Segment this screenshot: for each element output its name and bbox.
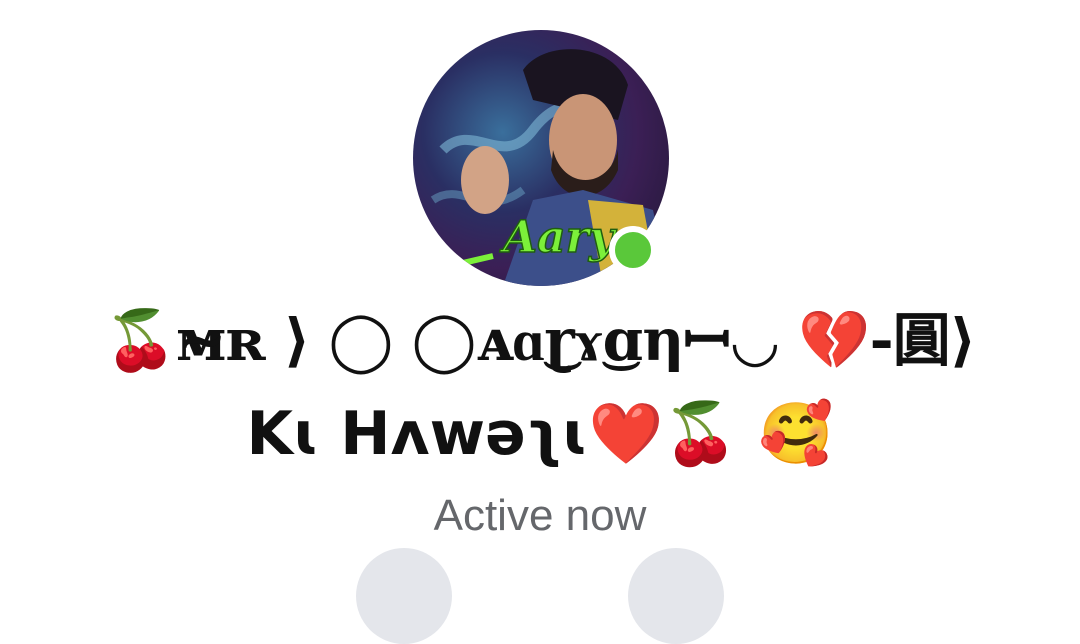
profile-name-line-2: Kɩ Hʌwəʅɩ❤️🍒 🥰 xyxy=(246,399,834,469)
profile-avatar-container[interactable]: Aarya xyxy=(413,30,669,286)
active-status-text: Active now xyxy=(433,491,647,540)
profile-name-line-1: 🍒ᴍ̴ʀ ⟩ ◯ ◯ᴀɑ͜ɽɤ͜ɑηꟷ◡ 💔-圓⟩ xyxy=(104,306,976,374)
video-call-button[interactable] xyxy=(628,548,724,644)
online-status-dot xyxy=(609,226,657,274)
call-button[interactable] xyxy=(356,548,452,644)
